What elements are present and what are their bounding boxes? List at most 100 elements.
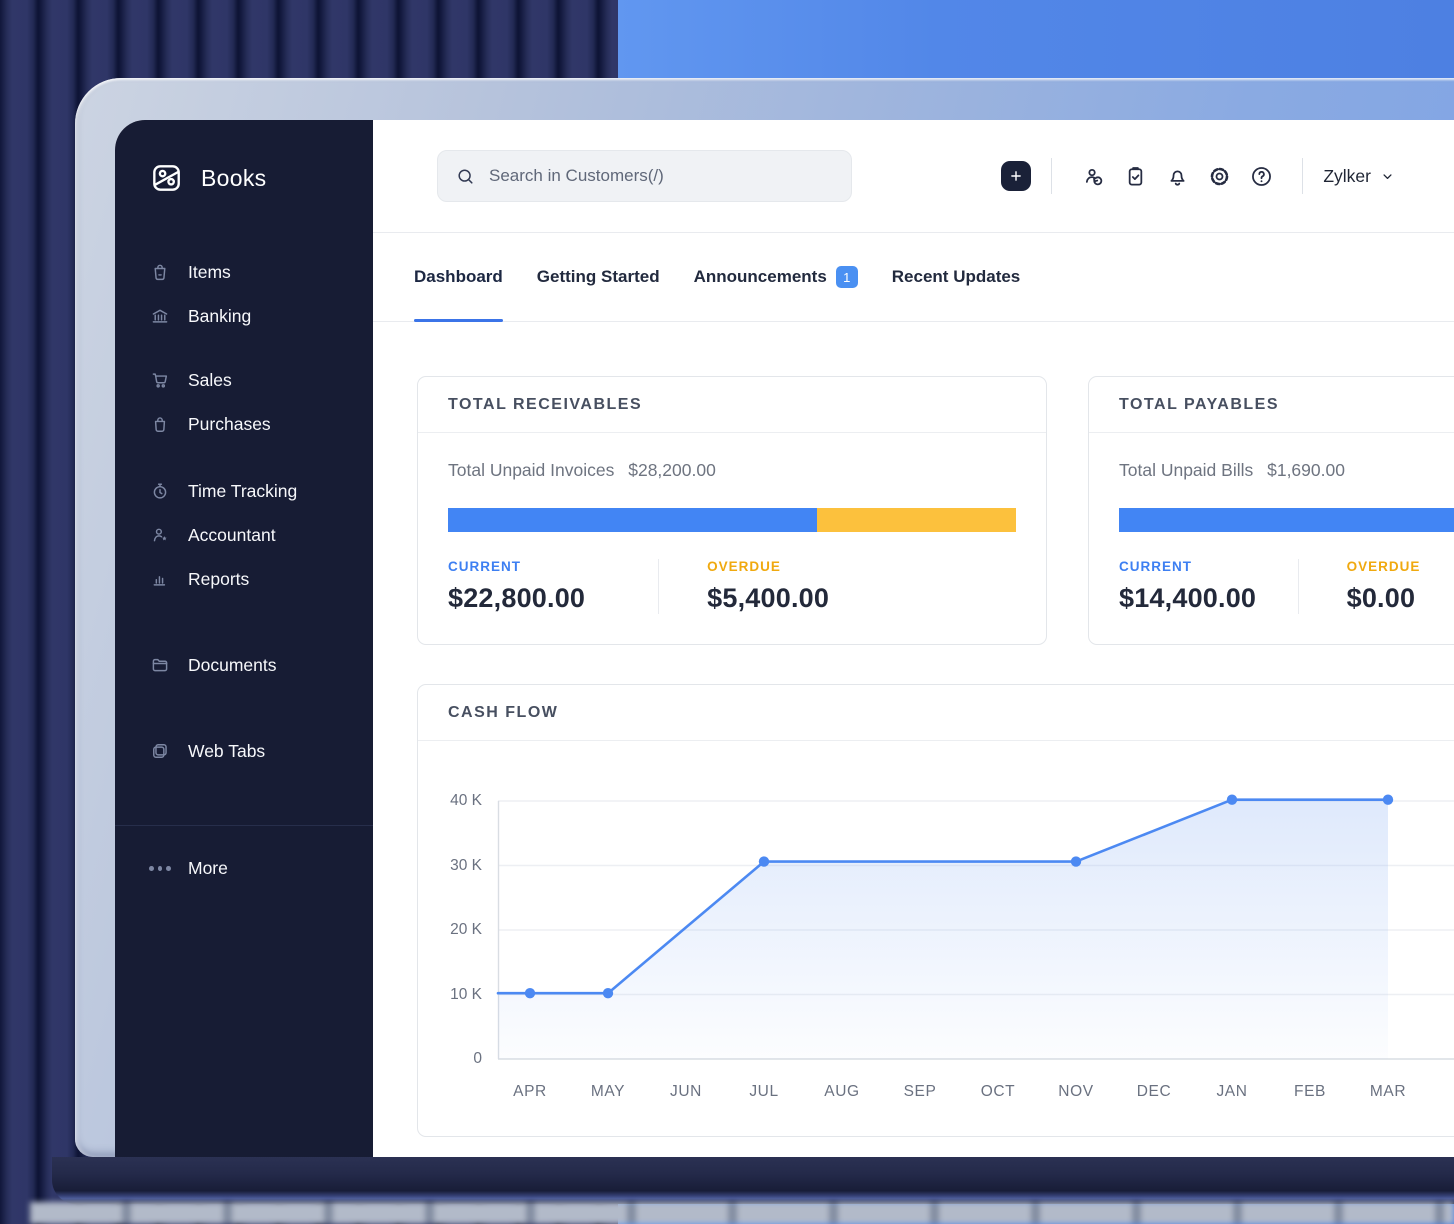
- card-title: TOTAL RECEIVABLES: [418, 377, 1046, 433]
- sidebar-item-label: Banking: [188, 306, 251, 327]
- total-receivables-card: TOTAL RECEIVABLES Total Unpaid Invoices …: [417, 376, 1047, 645]
- receivables-current: CURRENT $22,800.00: [448, 559, 658, 614]
- x-tick: OCT: [966, 1083, 1030, 1101]
- tab-label: Announcements: [694, 267, 827, 287]
- y-tick: 30 K: [450, 857, 482, 875]
- current-label: CURRENT: [1119, 559, 1298, 574]
- search-icon: [455, 166, 476, 187]
- sidebar-item-accountant[interactable]: Accountant: [115, 513, 373, 557]
- unpaid-value: $28,200.00: [628, 460, 716, 480]
- payables-current: CURRENT $14,400.00: [1119, 559, 1298, 614]
- current-label: CURRENT: [448, 559, 658, 574]
- search-input[interactable]: [489, 166, 834, 186]
- folder-icon: [149, 654, 171, 676]
- cash-flow-line-chart: [498, 801, 1391, 1059]
- bar-chart-icon: [149, 568, 171, 590]
- receivables-bar-current: [448, 508, 817, 532]
- tasks-button[interactable]: [1122, 163, 1148, 189]
- referrals-button[interactable]: [1080, 163, 1106, 189]
- unpaid-label: Total Unpaid Invoices: [448, 460, 614, 480]
- sidebar-item-reports[interactable]: Reports: [115, 557, 373, 601]
- payables-bar-current: [1119, 508, 1454, 532]
- y-tick: 0: [473, 1050, 482, 1068]
- y-tick: 10 K: [450, 986, 482, 1004]
- sidebar-item-label: More: [188, 858, 228, 879]
- unpaid-label: Total Unpaid Bills: [1119, 460, 1253, 480]
- sidebar-item-label: Items: [188, 262, 231, 283]
- user-star-icon: [149, 524, 171, 546]
- tab-getting-started[interactable]: Getting Started: [537, 233, 660, 321]
- current-amount: $22,800.00: [448, 583, 658, 614]
- sidebar-item-banking[interactable]: Banking: [115, 294, 373, 338]
- sidebar-item-label: Documents: [188, 655, 277, 676]
- tab-bar: Dashboard Getting Started Announcements …: [373, 233, 1454, 322]
- stopwatch-icon: [149, 480, 171, 502]
- tab-label: Getting Started: [537, 267, 660, 287]
- tab-announcements[interactable]: Announcements 1: [694, 233, 858, 321]
- dashboard-content: TOTAL RECEIVABLES Total Unpaid Invoices …: [373, 322, 1454, 1137]
- gear-icon: [1207, 164, 1232, 189]
- page: { "app": { "logo_text": "Books" }, "side…: [0, 0, 1454, 1224]
- sidebar-divider: [115, 825, 373, 826]
- card-title: CASH FLOW: [418, 685, 1454, 741]
- sidebar-item-items[interactable]: Items: [115, 250, 373, 294]
- help-button[interactable]: [1248, 163, 1274, 189]
- sidebar-item-web-tabs[interactable]: Web Tabs: [115, 729, 373, 773]
- search-box[interactable]: [437, 150, 852, 202]
- receivables-overdue: OVERDUE $5,400.00: [659, 559, 829, 614]
- topbar: Zylker: [373, 120, 1454, 233]
- x-tick: JUN: [654, 1083, 718, 1101]
- cash-flow-chart: 40 K 30 K 20 K 10 K 0: [418, 741, 1454, 1059]
- cash-flow-card: CASH FLOW 40 K 30 K 20 K 10 K 0 APR: [417, 684, 1454, 1137]
- org-switcher[interactable]: Zylker: [1323, 166, 1395, 187]
- sidebar-item-documents[interactable]: Documents: [115, 643, 373, 687]
- overdue-label: OVERDUE: [707, 559, 829, 574]
- total-payables-card: TOTAL PAYABLES Total Unpaid Bills $1,690…: [1088, 376, 1454, 645]
- sidebar-item-label: Sales: [188, 370, 232, 391]
- x-tick: APR: [498, 1083, 562, 1101]
- summary-cards-row: TOTAL RECEIVABLES Total Unpaid Invoices …: [417, 376, 1454, 645]
- laptop-chassis: [52, 1157, 1454, 1204]
- tab-label: Recent Updates: [892, 267, 1020, 287]
- bell-icon: [1165, 164, 1190, 189]
- current-amount: $14,400.00: [1119, 583, 1298, 614]
- cash-flow-plot: [498, 801, 1391, 1059]
- x-tick: FEB: [1278, 1083, 1342, 1101]
- overdue-amount: $5,400.00: [707, 583, 829, 614]
- app-logo-text: Books: [201, 165, 266, 192]
- sidebar-item-time-tracking[interactable]: Time Tracking: [115, 469, 373, 513]
- x-tick: AUG: [810, 1083, 874, 1101]
- x-tick: DEC: [1122, 1083, 1186, 1101]
- topbar-divider: [1051, 158, 1052, 194]
- receivables-progress-bar: [448, 508, 1016, 532]
- unpaid-invoices-row: Total Unpaid Invoices $28,200.00: [448, 460, 1016, 481]
- laptop-keyboard: [30, 1202, 1454, 1224]
- quick-create-button[interactable]: [1001, 161, 1031, 191]
- tab-recent-updates[interactable]: Recent Updates: [892, 233, 1020, 321]
- overdue-amount: $0.00: [1347, 583, 1421, 614]
- bank-icon: [149, 305, 171, 327]
- cart-icon: [149, 369, 171, 391]
- app-logo[interactable]: Books: [148, 158, 373, 198]
- chevron-down-icon: [1380, 169, 1395, 184]
- notifications-button[interactable]: [1164, 163, 1190, 189]
- sidebar-item-label: Time Tracking: [188, 481, 297, 502]
- unpaid-value: $1,690.00: [1267, 460, 1345, 480]
- receivables-bar-overdue: [817, 508, 1016, 532]
- card-title: TOTAL PAYABLES: [1089, 377, 1454, 433]
- ellipsis-icon: [149, 866, 171, 871]
- tote-bag-icon: [149, 261, 171, 283]
- plus-icon: [1008, 168, 1024, 184]
- books-logo-icon: [148, 159, 186, 197]
- y-axis-labels: 40 K 30 K 20 K 10 K 0: [438, 801, 482, 1059]
- sidebar-item-more[interactable]: More: [115, 846, 373, 890]
- sidebar-item-purchases[interactable]: Purchases: [115, 402, 373, 446]
- sidebar-item-label: Accountant: [188, 525, 276, 546]
- sidebar-item-label: Purchases: [188, 414, 271, 435]
- tab-dashboard[interactable]: Dashboard: [414, 233, 503, 321]
- sidebar-item-sales[interactable]: Sales: [115, 358, 373, 402]
- clipboard-check-icon: [1123, 164, 1148, 189]
- x-tick: SEP: [888, 1083, 952, 1101]
- settings-button[interactable]: [1206, 163, 1232, 189]
- unpaid-bills-row: Total Unpaid Bills $1,690.00: [1119, 460, 1454, 481]
